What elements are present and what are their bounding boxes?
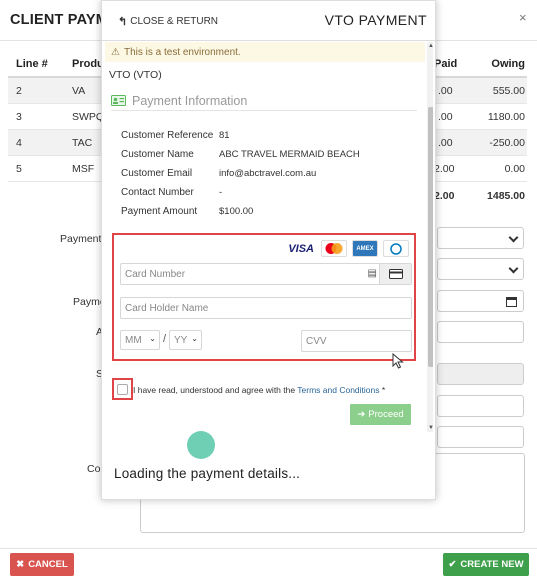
note-input[interactable] (437, 426, 524, 448)
column-line: Line # (16, 58, 48, 70)
close-icon[interactable]: × (519, 10, 527, 25)
cell-owing: -250.00 (489, 137, 525, 149)
cell-product: TAC (72, 137, 93, 149)
payment-method-select[interactable] (437, 227, 524, 249)
agree-checkbox-highlight (112, 378, 133, 400)
expiry-separator: / (163, 333, 167, 345)
card-holder-input[interactable]: Card Holder Name (120, 297, 412, 319)
status-field (437, 363, 524, 385)
section-title: Payment Information (132, 93, 248, 108)
modal-header: ↰ CLOSE & RETURN VTO PAYMENT (102, 1, 435, 41)
section-header: Payment Information (111, 91, 417, 111)
mastercard-logo (321, 240, 347, 257)
cvv-placeholder: CVV (306, 335, 327, 347)
contact-card-icon: ▤ (367, 268, 377, 279)
scrollbar-thumb[interactable] (428, 107, 433, 367)
scroll-up-icon[interactable]: ▲ (428, 43, 433, 49)
cell-paid: 2.00 (434, 163, 455, 175)
cell-line: 3 (16, 111, 22, 123)
close-return-label: CLOSE & RETURN (130, 16, 219, 27)
amount-input[interactable] (437, 321, 524, 343)
cell-line: 4 (16, 137, 22, 149)
reference-input[interactable] (437, 395, 524, 417)
payment-type-select[interactable] (437, 258, 524, 280)
cell-owing: 555.00 (492, 85, 525, 97)
create-label: CREATE NEW (460, 559, 524, 570)
detail-label: Customer Reference (121, 130, 214, 141)
agree-checkbox[interactable] (117, 384, 128, 395)
chevron-down-icon: ⌄ (191, 334, 198, 343)
amex-logo: AMEX (352, 240, 378, 257)
agree-label: I have read, understood and agree with t… (133, 385, 298, 395)
terms-link[interactable]: Terms and Conditions (297, 385, 379, 395)
loading-spinner (187, 431, 215, 459)
proceed-button[interactable]: ➔ Proceed (350, 404, 411, 425)
card-logos: VISA AMEX (288, 240, 409, 257)
month-placeholder: MM (125, 334, 142, 346)
detail-value: ABC TRAVEL MERMAID BEACH (219, 149, 360, 160)
agree-text: I have read, understood and agree with t… (133, 385, 385, 395)
diners-logo (383, 240, 409, 257)
column-owing: Owing (491, 58, 525, 70)
merchant-name: VTO (VTO) (109, 69, 162, 81)
detail-label: Customer Name (121, 149, 194, 160)
proceed-label: Proceed (368, 409, 404, 420)
banner-text: This is a test environment. (123, 46, 241, 58)
cell-paid: .00 (438, 111, 453, 123)
expiry-month-select[interactable]: MM ⌄ (120, 330, 160, 350)
column-paid: Paid (434, 58, 458, 70)
card-number-placeholder: Card Number (125, 268, 186, 280)
check-icon: ✔ (448, 559, 457, 570)
detail-value: - (219, 187, 223, 198)
test-environment-banner: ⚠ This is a test environment. (105, 42, 425, 62)
cell-line: 5 (16, 163, 22, 175)
scroll-down-icon[interactable]: ▼ (428, 425, 433, 431)
cvv-input[interactable]: CVV (301, 330, 412, 352)
arrow-right-icon: ➔ (357, 409, 366, 420)
close-icon: ✖ (16, 559, 25, 570)
vto-payment-modal: ↰ CLOSE & RETURN VTO PAYMENT ⚠ This is a… (101, 0, 436, 500)
mouse-cursor-icon (392, 353, 404, 369)
cell-paid: .00 (438, 85, 453, 97)
visa-logo: VISA (288, 242, 314, 255)
id-card-icon (111, 95, 126, 106)
cell-line: 2 (16, 85, 22, 97)
cancel-button[interactable]: ✖ CANCEL (10, 553, 74, 576)
return-arrow-icon: ↰ (118, 16, 128, 28)
required-marker: * (379, 385, 386, 395)
payment-date-input[interactable] (437, 290, 524, 312)
total-owing: 1485.00 (487, 190, 525, 202)
cell-owing: 1180.00 (487, 111, 525, 123)
loading-text: Loading the payment details... (114, 466, 301, 481)
scrollbar[interactable]: ▲ ▼ (427, 42, 433, 432)
cell-product: VA (72, 85, 86, 97)
chevron-down-icon: ⌄ (149, 334, 156, 343)
cell-product: MSF (72, 163, 95, 175)
warning-icon: ⚠ (111, 46, 120, 58)
footer-divider (0, 548, 537, 549)
card-holder-placeholder: Card Holder Name (125, 302, 209, 314)
calendar-icon[interactable] (506, 296, 517, 307)
cell-owing: 0.00 (504, 163, 525, 175)
detail-label: Customer Email (121, 168, 193, 179)
modal-title: VTO PAYMENT (324, 12, 427, 28)
detail-value: info@abctravel.com.au (219, 168, 317, 179)
payment-iframe: ⚠ This is a test environment. VTO (VTO) … (105, 42, 433, 432)
year-placeholder: YY (174, 334, 188, 346)
cancel-label: CANCEL (28, 559, 68, 570)
detail-label: Payment Amount (121, 206, 198, 217)
card-number-input[interactable]: Card Number ▤ (120, 263, 412, 285)
card-type-icon (379, 264, 411, 284)
column-product: Produ (72, 58, 104, 70)
total-paid: 2.00 (434, 190, 455, 202)
expiry-year-select[interactable]: YY ⌄ (169, 330, 202, 350)
close-return-button[interactable]: ↰ CLOSE & RETURN (118, 15, 218, 28)
cell-paid: .00 (438, 137, 453, 149)
detail-label: Contact Number (121, 187, 194, 198)
detail-value: $100.00 (219, 206, 254, 217)
detail-value: 81 (219, 130, 230, 141)
create-new-button[interactable]: ✔ CREATE NEW (443, 553, 529, 576)
card-entry-box: VISA AMEX Card Number ▤ Card Holder Name (112, 233, 416, 361)
